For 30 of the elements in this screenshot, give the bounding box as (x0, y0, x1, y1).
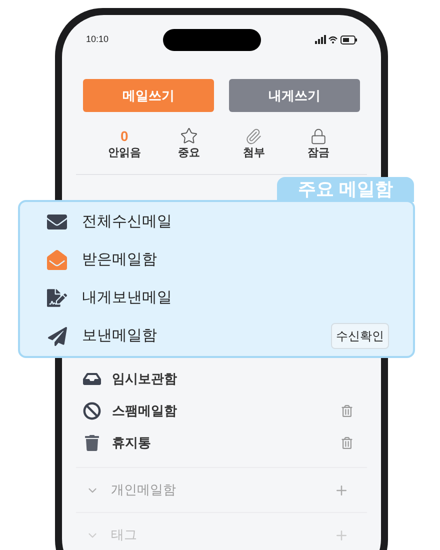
open-envelope-icon (47, 250, 67, 270)
empty-folder-icon[interactable] (341, 405, 353, 417)
status-time: 10:10 (86, 33, 109, 46)
folder-item[interactable]: 임시보관함 (82, 363, 361, 395)
folder-item[interactable]: 휴지통 (82, 427, 361, 459)
paperclip-icon (245, 128, 262, 144)
shortcut-label[interactable]: 안읽음 (108, 146, 141, 160)
status-icons (315, 35, 357, 45)
empty-folder-icon[interactable] (341, 437, 353, 449)
shortcut-label[interactable]: 첨부 (242, 146, 265, 160)
note-pen-icon (47, 288, 67, 308)
shortcut-label[interactable]: 중요 (178, 146, 200, 160)
shortcut-label[interactable]: 잠금 (308, 146, 330, 160)
mailbox-item[interactable]: 내게보낸메일 (46, 279, 387, 317)
read-receipt-button[interactable]: 수신확인 (331, 323, 389, 349)
star-icon (180, 127, 198, 145)
unread-count: 0 (120, 129, 128, 143)
add-icon[interactable] (334, 528, 349, 542)
inbox-tray-icon (83, 370, 101, 388)
ban-icon (83, 402, 101, 420)
write-to-self-button[interactable]: 내게쓰기 (229, 79, 360, 112)
add-icon[interactable] (334, 482, 349, 498)
mailbox-item[interactable]: 받은메일함 (46, 241, 387, 279)
trash-icon (84, 435, 100, 451)
folder-item[interactable]: 스팸메일함 (82, 395, 361, 427)
mailbox-item[interactable]: 전체수신메일 (46, 203, 387, 241)
paper-plane-icon (48, 326, 66, 346)
mailbox-item[interactable]: 보낸메일함 수신확인 (46, 317, 387, 355)
lock-icon (310, 128, 328, 144)
envelope-icon (47, 212, 67, 232)
